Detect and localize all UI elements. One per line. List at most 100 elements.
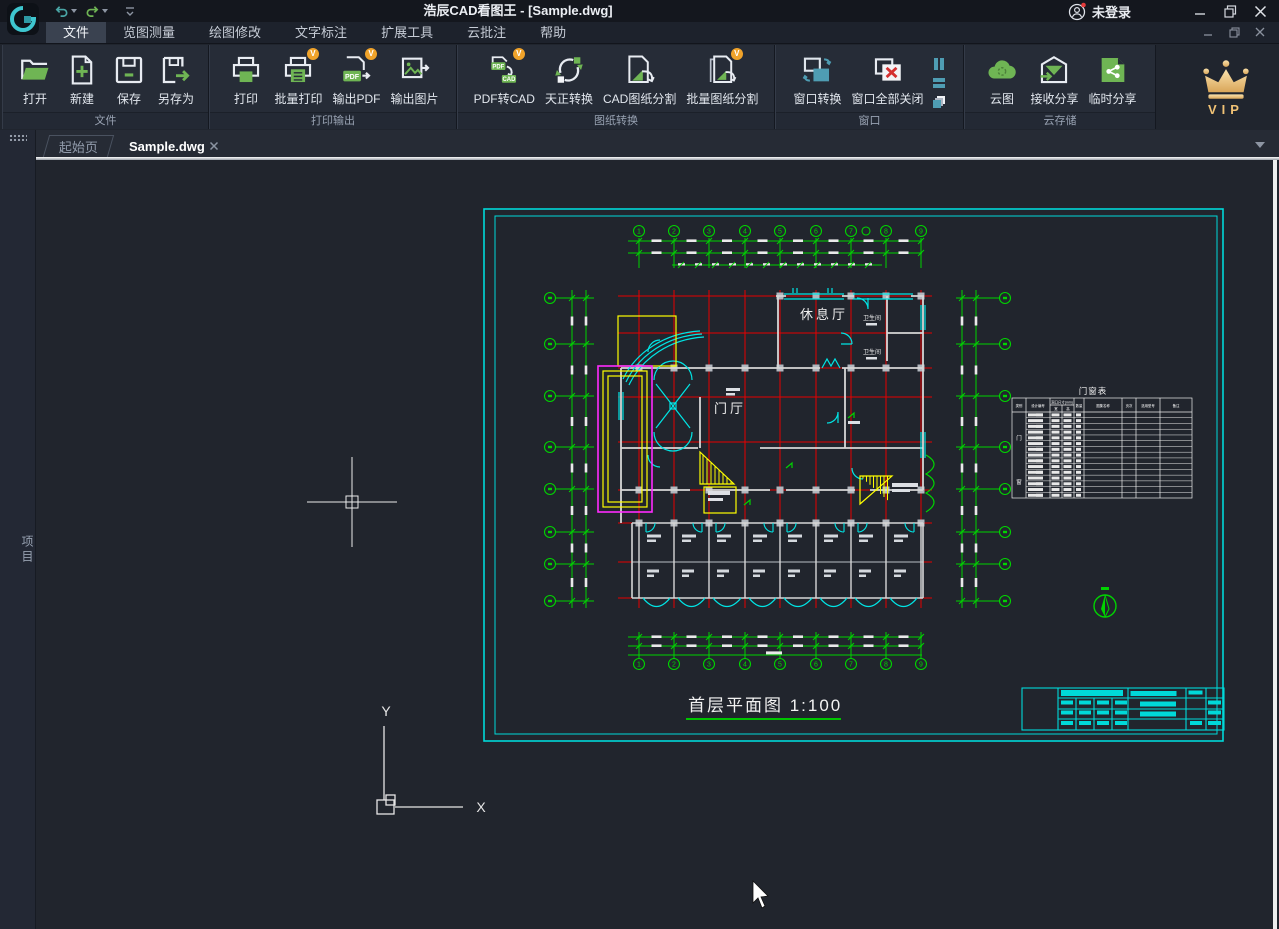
batch-print-button[interactable]: V 批量打印 <box>269 50 327 108</box>
svg-text:PDF: PDF <box>493 64 505 70</box>
close-all-windows-icon <box>869 51 906 88</box>
app-window: 浩辰CAD看图王 - [Sample.dwg] 未登录 <box>0 0 1279 929</box>
svg-text:门: 门 <box>1016 434 1022 442</box>
doc-restore-button[interactable] <box>1221 22 1247 42</box>
restore-button[interactable] <box>1215 0 1245 22</box>
svg-text:X: X <box>476 799 486 815</box>
cloud-icon <box>983 51 1020 88</box>
save-button[interactable]: 保存 <box>106 50 153 108</box>
svg-text:1: 1 <box>637 229 641 236</box>
svg-text:4: 4 <box>743 229 747 236</box>
menu-tab-extended-tools[interactable]: 扩展工具 <box>364 22 450 43</box>
cascade-icon[interactable] <box>931 94 947 110</box>
vip-badge-icon: V <box>365 48 377 60</box>
receive-share-icon <box>1036 51 1073 88</box>
ribbon-group-label: 打印输出 <box>210 112 456 129</box>
svg-text:设计编号: 设计编号 <box>1031 403 1045 408</box>
menu-tab-help[interactable]: 帮助 <box>523 22 583 43</box>
menu-tab-cloud-annotate[interactable]: 云批注 <box>450 22 523 43</box>
new-file-icon <box>64 51 101 88</box>
plan-walls <box>621 296 924 523</box>
svg-text:备注: 备注 <box>1173 403 1180 408</box>
close-all-windows-button[interactable]: 窗口全部关闭 <box>847 50 929 108</box>
pdf-to-cad-button[interactable]: PDF CAD V PDF转CAD <box>469 50 540 108</box>
vip-label: VIP <box>1208 102 1244 117</box>
user-icon <box>1068 2 1087 21</box>
svg-text:高: 高 <box>1066 406 1070 411</box>
menu-tab-text-annotate[interactable]: 文字标注 <box>278 22 364 43</box>
new-file-button[interactable]: 新建 <box>59 50 106 108</box>
svg-text:8: 8 <box>884 229 888 236</box>
vip-button[interactable]: VIP <box>1197 45 1255 129</box>
app-logo-icon[interactable] <box>6 2 40 36</box>
batch-print-icon: V <box>280 51 317 88</box>
vip-badge-icon: V <box>731 48 743 60</box>
svg-text:洞口尺寸(mm): 洞口尺寸(mm) <box>1051 399 1072 404</box>
cad-split-icon <box>621 51 658 88</box>
sidebar-panel-project[interactable]: 项目 <box>0 535 36 565</box>
tab-list-caret-icon[interactable] <box>1255 142 1265 148</box>
drawing-canvas[interactable]: 门窗表 类别 设计编号 洞口尺寸(mm) 宽 高 数量 图集名称 页次 选用型号 <box>36 157 1279 929</box>
tile-horizontal-icon[interactable] <box>931 75 947 91</box>
svg-text:窗: 窗 <box>1016 478 1022 486</box>
open-button[interactable]: 打开 <box>12 50 59 108</box>
tile-vertical-icon[interactable] <box>931 56 947 72</box>
svg-text:6: 6 <box>814 229 818 236</box>
svg-text:选用型号: 选用型号 <box>1141 403 1155 408</box>
svg-text:3: 3 <box>707 229 711 236</box>
export-image-icon <box>396 51 433 88</box>
crosshair-cursor <box>307 457 397 547</box>
menu-bar: 文件 览图测量 绘图修改 文字标注 扩展工具 云批注 帮助 <box>0 22 1279 44</box>
batch-split-button[interactable]: V 批量图纸分割 <box>681 50 763 108</box>
vip-badge-icon: V <box>513 48 525 60</box>
tab-start-page[interactable]: 起始页 <box>43 135 114 157</box>
cloud-drawing-button[interactable]: 云图 <box>978 50 1025 108</box>
close-button[interactable] <box>1245 0 1275 22</box>
svg-text:5: 5 <box>778 662 782 669</box>
doc-minimize-button[interactable] <box>1195 22 1221 42</box>
svg-text:PDF: PDF <box>345 72 360 80</box>
sidebar-grip-icon[interactable] <box>9 134 27 141</box>
print-button[interactable]: 打印 <box>222 50 269 108</box>
export-image-button[interactable]: 输出图片 <box>386 50 444 108</box>
svg-text:6: 6 <box>814 662 818 669</box>
tab-close-icon[interactable] <box>209 139 219 154</box>
svg-text:9: 9 <box>919 662 923 669</box>
tianzheng-convert-button[interactable]: 天正转换 <box>540 50 598 108</box>
minimize-button[interactable] <box>1185 0 1215 22</box>
north-compass-icon <box>1094 587 1116 617</box>
menu-tab-file[interactable]: 文件 <box>46 22 106 43</box>
vip-crown-icon <box>1197 57 1255 101</box>
window-switch-button[interactable]: 窗口转换 <box>788 50 846 108</box>
login-label: 未登录 <box>1092 2 1131 21</box>
temp-share-button[interactable]: 临时分享 <box>1084 50 1142 108</box>
doc-close-button[interactable] <box>1247 22 1273 42</box>
title-block-text-chips <box>1061 690 1221 725</box>
window-controls <box>1185 0 1275 22</box>
cad-split-button[interactable]: CAD图纸分割 <box>598 50 681 108</box>
svg-text:9: 9 <box>919 229 923 236</box>
receive-share-button[interactable]: 接收分享 <box>1025 50 1083 108</box>
menu-tab-draw-modify[interactable]: 绘图修改 <box>192 22 278 43</box>
user-account[interactable]: 未登录 <box>1068 0 1131 22</box>
plan-stairs-lift <box>603 316 892 513</box>
export-pdf-button[interactable]: PDF V 输出PDF <box>327 50 385 108</box>
menu-tab-view-measure[interactable]: 览图测量 <box>106 22 192 43</box>
svg-text:宽: 宽 <box>1054 406 1058 411</box>
svg-text:图集名称: 图集名称 <box>1096 403 1110 408</box>
export-pdf-icon: PDF V <box>338 51 375 88</box>
cad-drawing[interactable]: 门窗表 类别 设计编号 洞口尺寸(mm) 宽 高 数量 图集名称 页次 选用型号 <box>36 157 1279 929</box>
svg-text:1: 1 <box>637 662 641 669</box>
window-switch-icon <box>799 51 836 88</box>
save-icon <box>111 51 148 88</box>
pdf-to-cad-icon: PDF CAD V <box>486 51 523 88</box>
svg-text:数量: 数量 <box>1076 403 1083 408</box>
save-as-button[interactable]: 另存为 <box>153 50 200 108</box>
ribbon: 打开 新建 <box>0 44 1279 130</box>
window-arrange-tools <box>929 50 951 110</box>
mouse-cursor <box>753 881 768 908</box>
vip-badge-icon: V <box>307 48 319 60</box>
tab-sample-dwg[interactable]: Sample.dwg <box>117 135 231 157</box>
svg-text:4: 4 <box>743 662 747 669</box>
canvas-scrollbar[interactable] <box>1273 160 1277 929</box>
